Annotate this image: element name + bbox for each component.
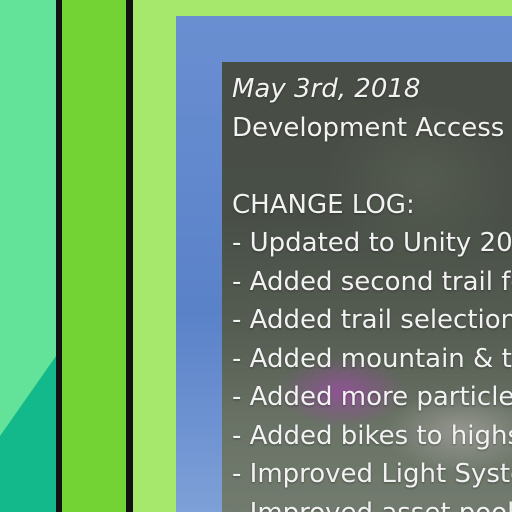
changelog-item: - Added bikes to highs [232,420,512,451]
green-band [62,0,126,512]
changelog-item: - Added more particle [232,382,512,412]
changelog-item: - Added second trail fo [232,266,512,297]
changelog-item: - Added mountain & tra [232,343,512,374]
game-screenshot: May 3rd, 2018 Development Access | CHANG… [176,16,512,512]
changelog-item: - Updated to Unity 201 [232,228,512,258]
changelog-subtitle: Development Access | [232,112,512,143]
changelog-item: - Added trail selection [232,305,512,335]
changelog-item: - Improved asset pooli [232,494,512,512]
changelog-date: May 3rd, 2018 [232,74,421,104]
left-panel-accent-shape [0,356,56,512]
divider-right [126,0,133,512]
changelog-text: May 3rd, 2018 Development Access | CHANG… [232,70,512,512]
changelog-item: - Improved Light Syste [232,459,512,489]
changelog-heading: CHANGE LOG: [232,189,415,220]
left-panel [0,0,56,512]
